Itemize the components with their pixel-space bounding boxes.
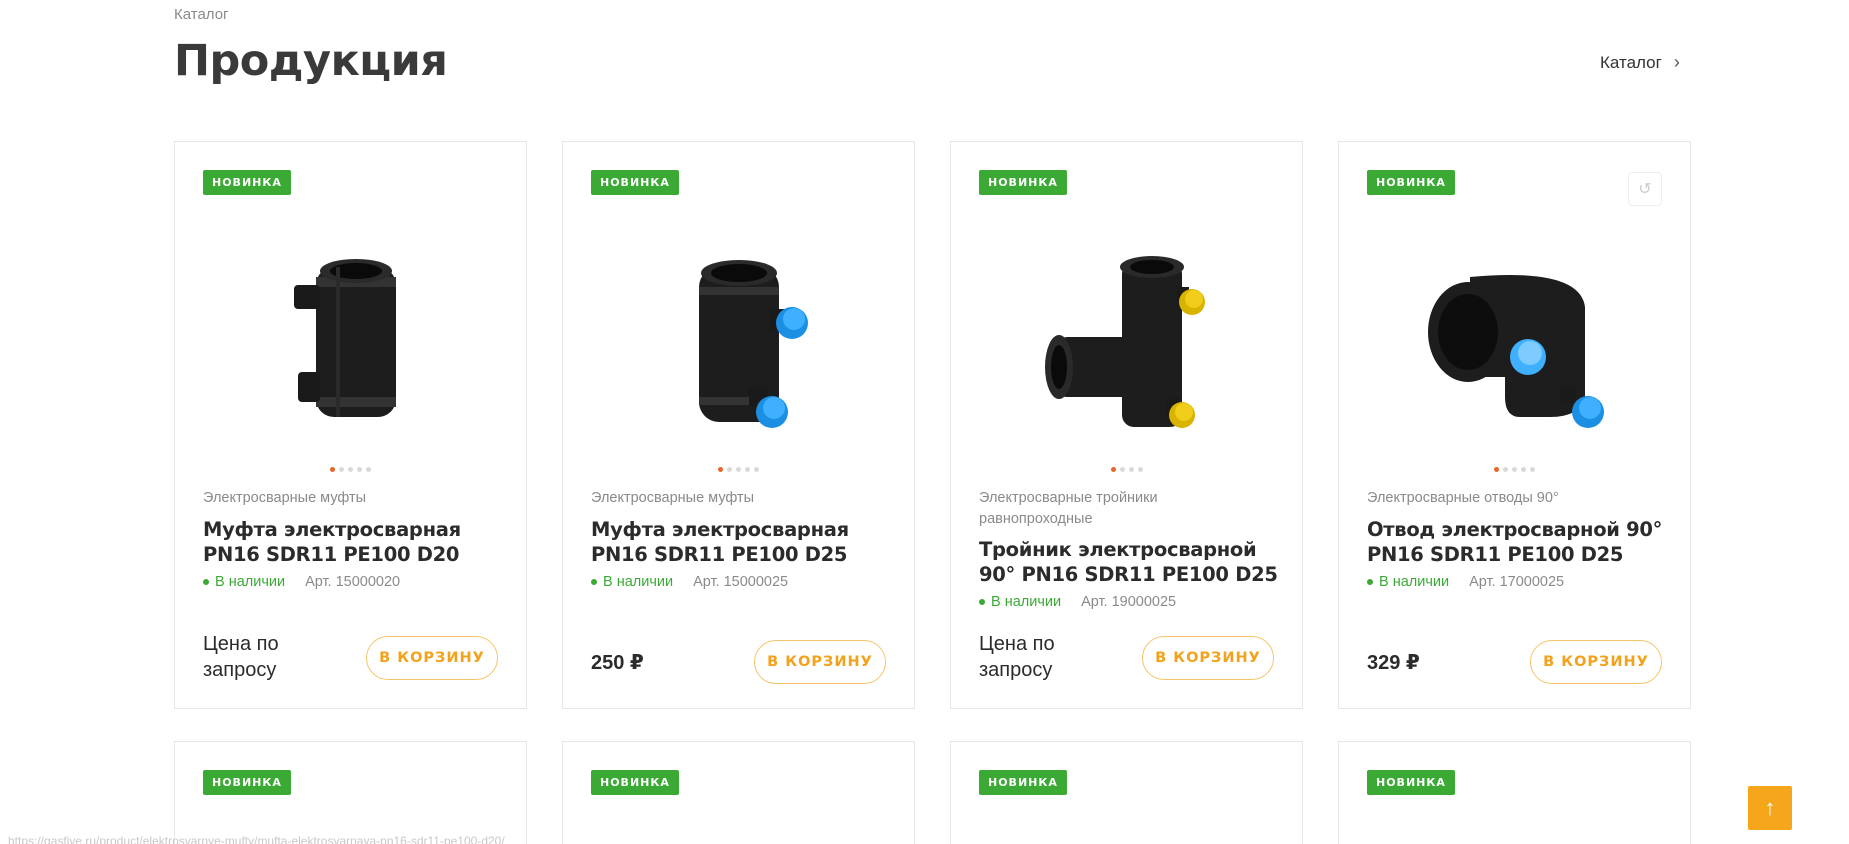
pager-dot[interactable]	[1503, 467, 1508, 472]
pager-dot[interactable]	[754, 467, 759, 472]
product-image[interactable]	[1339, 222, 1690, 462]
scroll-to-top-button[interactable]: ↑	[1748, 786, 1792, 830]
product-image[interactable]	[563, 222, 914, 462]
stock-status: В наличии	[203, 574, 285, 590]
article-number: Арт. 15000020	[305, 574, 401, 590]
pager-dot[interactable]	[1512, 467, 1517, 472]
breadcrumb[interactable]: Каталог	[174, 6, 229, 23]
pager-dot[interactable]	[736, 467, 741, 472]
product-meta: В наличии Арт. 15000020	[203, 574, 400, 590]
new-badge: НОВИНКА	[1367, 170, 1455, 195]
product-name[interactable]: Тройник электросварной 90° PN16 SDR11 PE…	[979, 537, 1282, 587]
pager-dot[interactable]	[718, 467, 723, 472]
product-price: 250 ₽	[591, 652, 644, 674]
pager-dot[interactable]	[366, 467, 371, 472]
product-card[interactable]: НОВИНКА Электросварные тройники равнопро…	[950, 141, 1303, 709]
status-bar-url: https://gasfive.ru/product/elektrosvarny…	[8, 834, 505, 844]
page-title: Продукция	[174, 36, 448, 86]
article-number: Арт. 19000025	[1081, 594, 1177, 610]
new-badge: НОВИНКА	[979, 170, 1067, 195]
new-badge: НОВИНКА	[591, 770, 679, 795]
catalog-link[interactable]: Каталог ›	[1600, 52, 1680, 73]
pager-dot[interactable]	[727, 467, 732, 472]
product-meta: В наличии Арт. 19000025	[979, 594, 1176, 610]
product-category[interactable]: Электросварные отводы 90°	[1367, 488, 1662, 509]
product-category[interactable]: Электросварные муфты	[203, 488, 498, 509]
product-image[interactable]	[175, 222, 526, 462]
product-price: 329 ₽	[1367, 652, 1420, 674]
pager-dot[interactable]	[1494, 467, 1499, 472]
pager-dot[interactable]	[357, 467, 362, 472]
stock-status: В наличии	[591, 574, 673, 590]
product-price: Цена по запросу	[203, 633, 279, 681]
product-price: Цена по запросу	[979, 633, 1055, 681]
pager-dot[interactable]	[339, 467, 344, 472]
add-to-cart-button[interactable]: В КОРЗИНУ	[1530, 640, 1662, 684]
product-card[interactable]: НОВИНКА Электросварные муфты Муфта элект…	[174, 141, 527, 709]
product-category[interactable]: Электросварные тройники равнопроходные	[979, 488, 1274, 530]
new-badge: НОВИНКА	[591, 170, 679, 195]
pager-dot[interactable]	[1128, 467, 1134, 472]
new-badge: НОВИНКА	[1367, 770, 1455, 795]
article-number: Арт. 15000025	[693, 574, 789, 590]
image-pager[interactable]	[563, 467, 914, 472]
image-pager[interactable]	[1339, 467, 1690, 472]
pager-dot[interactable]	[1530, 467, 1535, 472]
product-meta: В наличии Арт. 15000025	[591, 574, 788, 590]
new-badge: НОВИНКА	[203, 770, 291, 795]
stock-status: В наличии	[979, 594, 1061, 610]
image-pager[interactable]	[175, 467, 526, 472]
product-card[interactable]: НОВИНКА ↺ Электросварные отводы 90° Отво…	[1338, 141, 1691, 709]
image-pager[interactable]	[951, 467, 1302, 472]
product-name[interactable]: Муфта электросварная PN16 SDR11 PE100 D2…	[591, 517, 894, 567]
new-badge: НОВИНКА	[979, 770, 1067, 795]
product-card[interactable]: НОВИНКА	[1338, 741, 1691, 844]
product-image[interactable]	[951, 222, 1302, 462]
add-to-cart-button[interactable]: В КОРЗИНУ	[754, 640, 886, 684]
product-name[interactable]: Муфта электросварная PN16 SDR11 PE100 D2…	[203, 517, 506, 567]
pager-dot[interactable]	[1137, 467, 1143, 472]
product-card[interactable]: НОВИНКА	[174, 741, 527, 844]
add-to-cart-button[interactable]: В КОРЗИНУ	[1142, 636, 1274, 680]
new-badge: НОВИНКА	[203, 170, 291, 195]
pager-dot[interactable]	[1119, 467, 1125, 472]
product-card[interactable]: НОВИНКА	[562, 741, 915, 844]
article-number: Арт. 17000025	[1469, 574, 1565, 590]
product-meta: В наличии Арт. 17000025	[1367, 574, 1564, 590]
arrow-up-icon: ↑	[1764, 795, 1776, 820]
history-icon[interactable]: ↺	[1628, 172, 1662, 206]
pager-dot[interactable]	[745, 467, 750, 472]
product-name[interactable]: Отвод электросварной 90° PN16 SDR11 PE10…	[1367, 517, 1670, 567]
add-to-cart-button[interactable]: В КОРЗИНУ	[366, 636, 498, 680]
catalog-link-label: Каталог	[1600, 52, 1662, 72]
product-category[interactable]: Электросварные муфты	[591, 488, 886, 509]
stock-status: В наличии	[1367, 574, 1449, 590]
pager-dot[interactable]	[1521, 467, 1526, 472]
product-card[interactable]: НОВИНКА Электросварные муфты Муфта элект…	[562, 141, 915, 709]
pager-dot[interactable]	[348, 467, 353, 472]
product-card[interactable]: НОВИНКА	[950, 741, 1303, 844]
pager-dot[interactable]	[330, 467, 335, 472]
chevron-right-icon: ›	[1673, 52, 1680, 72]
pager-dot[interactable]	[1110, 467, 1116, 472]
